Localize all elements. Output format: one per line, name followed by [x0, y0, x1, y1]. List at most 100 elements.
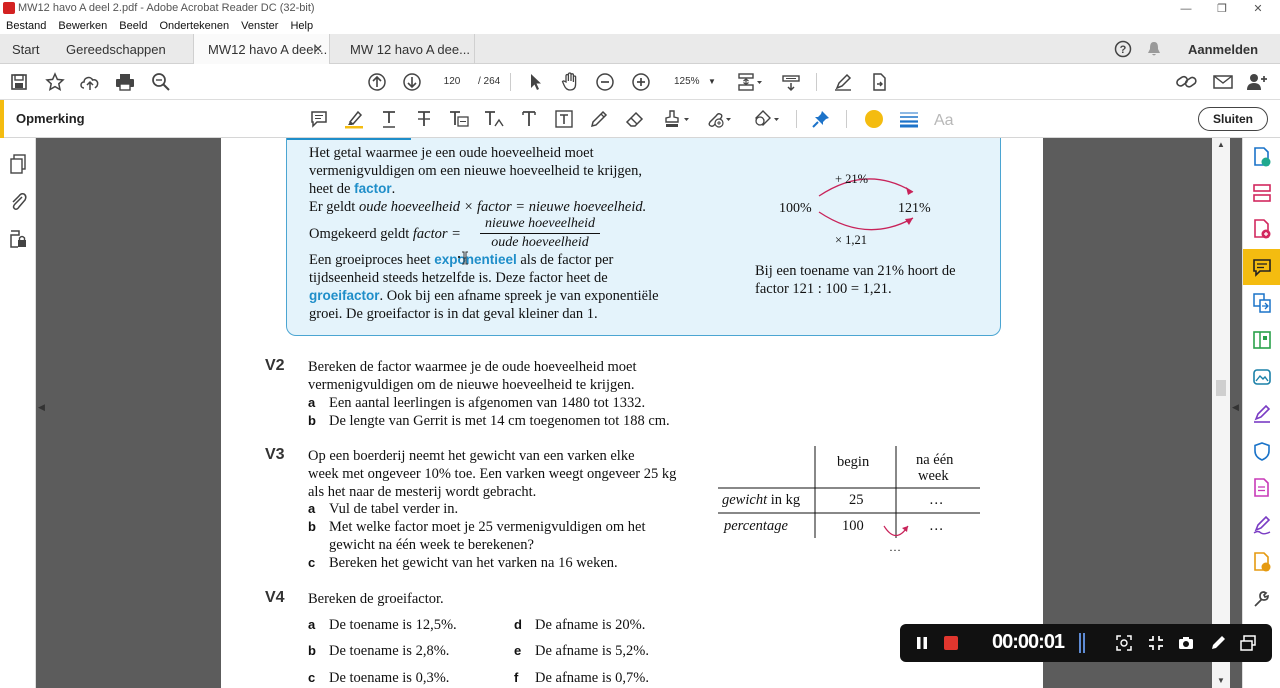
menu-beeld[interactable]: Beeld [119, 20, 147, 32]
document-share-icon [1254, 552, 1271, 572]
share-people-button[interactable] [1246, 72, 1268, 92]
collapse-left-panel-icon[interactable]: ◀ [38, 402, 45, 413]
zoom-out-button[interactable] [594, 72, 616, 92]
svg-text:?: ? [1120, 44, 1127, 56]
previous-page-button[interactable] [366, 72, 388, 92]
pause-recording-button[interactable] [914, 635, 930, 651]
replace-text-tool[interactable] [448, 109, 470, 129]
eraser-tool[interactable] [624, 109, 646, 129]
exit-fullscreen-button[interactable] [1147, 634, 1165, 652]
request-signature-tool[interactable] [1251, 514, 1273, 536]
print-button[interactable] [114, 72, 136, 92]
close-comment-button[interactable]: Sluiten [1198, 107, 1268, 131]
draw-button[interactable] [1209, 634, 1227, 652]
zoom-in-button[interactable] [630, 72, 652, 92]
page-layout-button[interactable] [736, 72, 764, 92]
edit-pdf-tool[interactable] [1251, 329, 1273, 351]
minimize-button[interactable]: — [1168, 0, 1204, 17]
menu-ondertekenen[interactable]: Ondertekenen [159, 20, 229, 32]
shapes-tool[interactable] [752, 109, 782, 129]
underline-text-tool[interactable] [378, 109, 400, 129]
acrobat-app-icon [3, 2, 15, 14]
page-number-input[interactable]: 120 [436, 73, 468, 91]
organize-pages-tool[interactable] [1251, 182, 1273, 204]
menu-bewerken[interactable]: Bewerken [58, 20, 107, 32]
sticky-note-tool[interactable] [308, 109, 330, 129]
restore-button[interactable]: ❐ [1204, 0, 1240, 17]
sign-tool-button[interactable] [832, 72, 854, 92]
minimize-recorder-button[interactable] [1239, 634, 1257, 652]
vertical-scrollbar[interactable]: ▲ ▼ [1212, 138, 1230, 688]
tab-document-2-label: MW 12 havo A dee... [350, 41, 470, 57]
strikethrough-tool[interactable] [413, 109, 435, 129]
create-pdf-tool[interactable] [1251, 146, 1273, 168]
pin-toolbar-button[interactable] [810, 109, 832, 129]
select-tool-button[interactable] [524, 72, 546, 92]
export-tool[interactable] [1251, 366, 1273, 388]
text-properties-button[interactable]: Aa [933, 109, 957, 129]
next-page-button[interactable] [401, 72, 423, 92]
export-pdf-icon [1254, 147, 1271, 167]
page-thumbnails-button[interactable] [7, 153, 29, 175]
stamp-tool[interactable] [662, 109, 692, 129]
notifications-button[interactable] [1146, 34, 1166, 64]
email-button[interactable] [1212, 72, 1234, 92]
share-tool-button[interactable] [868, 72, 890, 92]
pencil-tool[interactable] [588, 109, 610, 129]
close-tab-icon[interactable]: ✕ [313, 42, 323, 56]
link-button[interactable] [1176, 72, 1198, 92]
scrollbar-thumb[interactable] [1216, 380, 1226, 396]
diagram-top-label: + 21% [835, 172, 869, 186]
help-button[interactable]: ? [1114, 34, 1134, 64]
scroll-down-icon[interactable]: ▼ [1217, 676, 1225, 685]
find-button[interactable] [150, 72, 172, 92]
zoom-select[interactable]: 125% ▼ [668, 73, 720, 91]
protect-tool[interactable] [1251, 440, 1273, 462]
comment-tool-active[interactable] [1243, 249, 1280, 285]
theory-line: groei. De groeifactor is in dat geval kl… [309, 306, 598, 322]
fill-sign-tool[interactable] [1251, 403, 1273, 425]
add-pdf-tool[interactable] [1251, 218, 1273, 240]
scroll-mode-button[interactable] [780, 72, 802, 92]
pdf-plus-icon [1254, 219, 1271, 239]
attachments-button[interactable] [7, 190, 29, 212]
tab-start[interactable]: Start [12, 34, 52, 64]
collapse-right-panel-icon[interactable]: ◀ [1232, 402, 1239, 413]
exercise-item: f De afname is 0,7%. [514, 670, 649, 686]
menu-venster[interactable]: Venster [241, 20, 278, 32]
prepare-form-tool[interactable] [1251, 477, 1273, 499]
save-button[interactable] [8, 72, 30, 92]
hand-tool-button[interactable] [559, 72, 581, 92]
add-text-tool[interactable] [518, 109, 540, 129]
text-box-tool[interactable] [553, 109, 575, 129]
line-thickness-picker[interactable] [898, 109, 920, 129]
region-select-button[interactable] [1115, 634, 1133, 652]
screenshot-button[interactable] [1177, 634, 1195, 652]
menu-bestand[interactable]: Bestand [6, 20, 46, 32]
upload-button[interactable] [79, 72, 101, 92]
keyword-groeifactor: groeifactor [309, 288, 380, 303]
tab-document-active[interactable]: MW12 havo A deel... ✕ [193, 34, 330, 64]
sign-in-link[interactable]: Aanmelden [1188, 34, 1268, 64]
minus-circle-icon [596, 73, 614, 91]
highlight-tool[interactable] [343, 109, 365, 129]
tab-start-label: Start [12, 41, 40, 57]
more-tools-button[interactable] [1251, 588, 1273, 610]
exercise-text: vermenigvuldigen om de nieuwe hoeveelhei… [308, 377, 635, 393]
bookmark-button[interactable] [44, 72, 66, 92]
table-cell: … [929, 518, 944, 534]
attach-file-tool[interactable] [704, 109, 734, 129]
text-box-icon [555, 110, 573, 128]
tab-tools[interactable]: Gereedschappen [66, 34, 176, 64]
cloud-upload-icon [80, 76, 99, 90]
menu-help[interactable]: Help [290, 20, 313, 32]
stop-recording-button[interactable] [944, 636, 958, 650]
insert-text-tool[interactable] [483, 109, 505, 129]
security-button[interactable] [7, 228, 29, 250]
color-picker[interactable] [863, 109, 885, 129]
combine-files-tool[interactable] [1251, 292, 1273, 314]
scroll-up-icon[interactable]: ▲ [1217, 140, 1225, 149]
close-window-button[interactable]: ✕ [1240, 0, 1276, 17]
send-for-review-tool[interactable] [1251, 551, 1273, 573]
tab-document-2[interactable]: MW 12 havo A dee... [330, 34, 475, 64]
